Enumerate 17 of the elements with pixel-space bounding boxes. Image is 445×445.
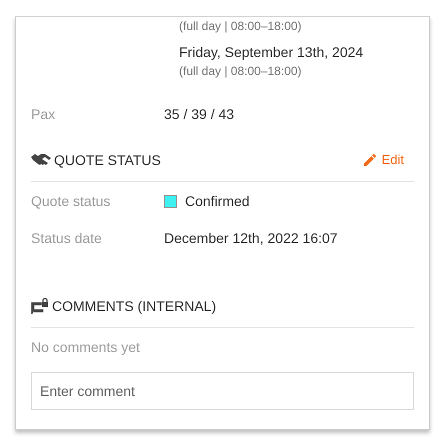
- field-value: Confirmed: [185, 192, 250, 210]
- handshake-icon: [31, 153, 51, 167]
- comment-input[interactable]: Enter comment: [31, 372, 414, 410]
- time-note: (full day | 08:00–18:00): [179, 18, 303, 35]
- section-title: COMMENTS (INTERNAL): [52, 296, 216, 316]
- field-label: Quote status: [31, 192, 112, 211]
- field-label: Pax: [31, 104, 56, 124]
- date-text: Friday, September 13th, 2024: [179, 43, 364, 62]
- edit-button[interactable]: Edit: [364, 150, 404, 170]
- empty-message: No comments yet: [31, 338, 141, 357]
- field-label: Status date: [31, 228, 103, 248]
- field-value: December 12th, 2022 16:07: [164, 228, 338, 248]
- pencil-icon: [364, 154, 376, 166]
- section-title: QUOTE STATUS: [54, 150, 161, 170]
- time-note: (full day | 08:00–18:00): [179, 63, 303, 80]
- field-value: 35 / 39 / 43: [164, 104, 234, 124]
- chat-lock-icon: [31, 298, 49, 314]
